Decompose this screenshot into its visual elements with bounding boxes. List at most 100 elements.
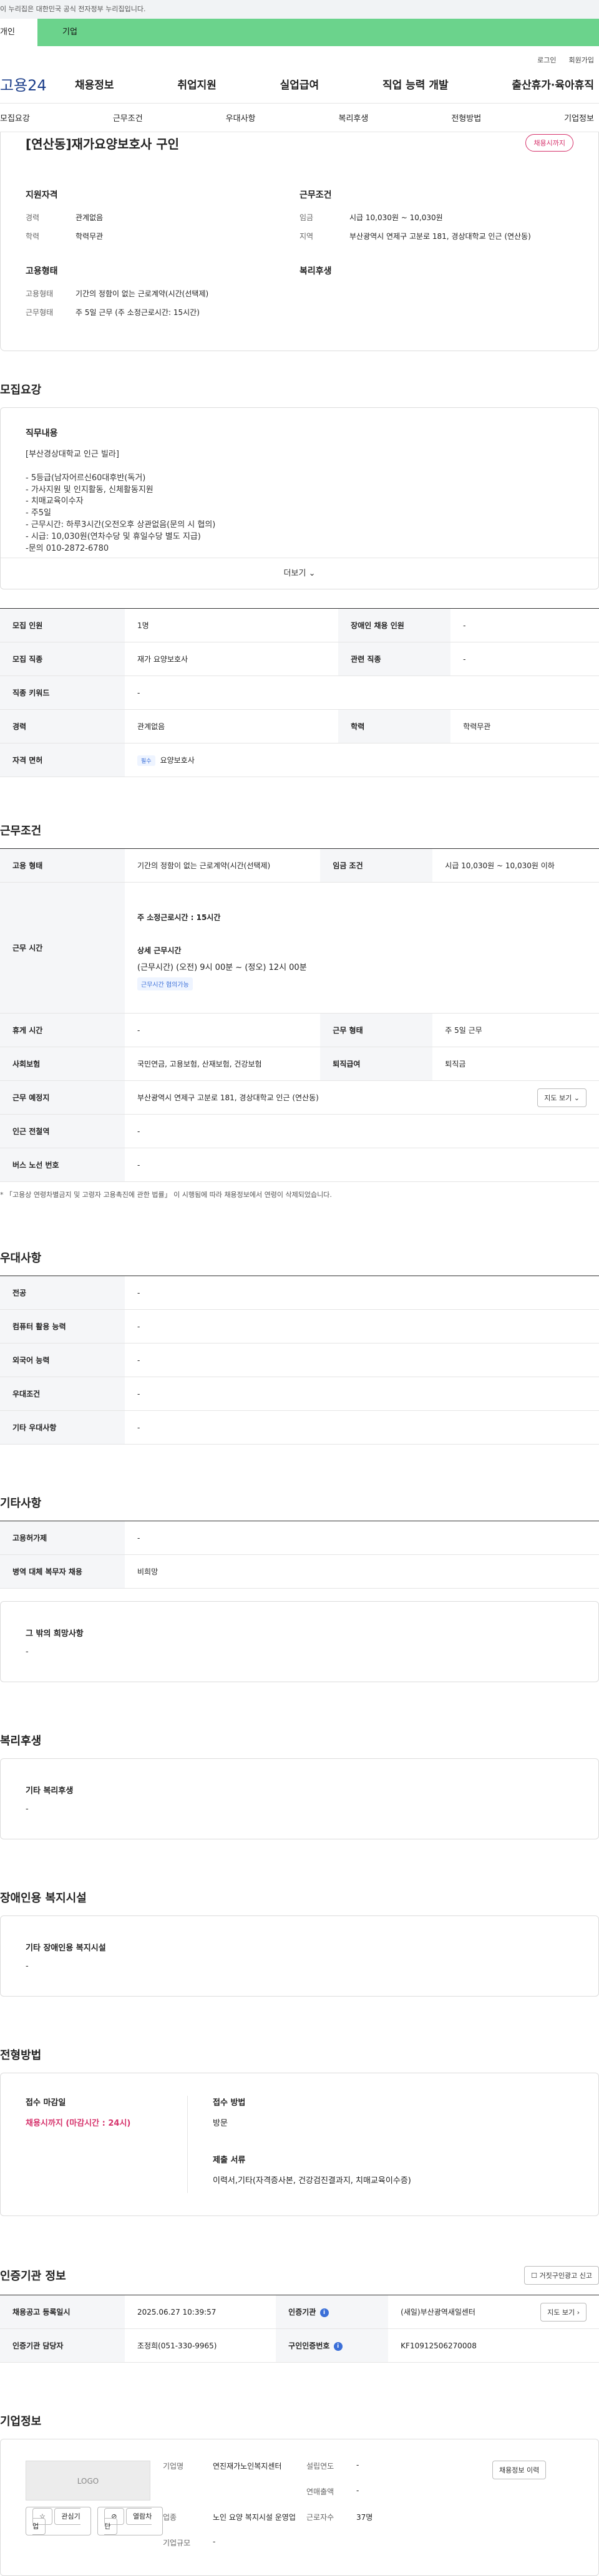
- table-row: 자격 면허 필수 요양보호사: [0, 743, 599, 777]
- utility-links: 로그인 회원가입: [0, 46, 599, 65]
- job-category-value: 재가 요양보호사: [125, 642, 339, 676]
- tab-recruit[interactable]: 모집요강: [0, 112, 30, 123]
- gnb-item-jobs[interactable]: 채용정보: [75, 76, 114, 92]
- tab-personal[interactable]: 개인: [0, 19, 37, 46]
- edu-value: 학력무관: [75, 232, 104, 241]
- qual-heading: 지원자격: [26, 190, 58, 200]
- more-label: 더보기: [283, 569, 306, 578]
- cert-no-label-text: 구인인증번호: [288, 2341, 330, 2350]
- welfare-heading: 복리후생: [300, 266, 332, 276]
- keyword-value: -: [125, 675, 599, 710]
- site-logo[interactable]: 고용24: [0, 73, 75, 95]
- permit-label: 고용허가제: [0, 1521, 125, 1555]
- subway-label: 인근 전철역: [0, 1114, 125, 1148]
- company-logo: LOGO: [26, 2461, 150, 2501]
- tab-process[interactable]: 전형방법: [451, 112, 481, 123]
- tab-company[interactable]: 기업: [37, 19, 599, 46]
- reg-date-label: 채용공고 등록일시: [0, 2295, 125, 2329]
- tab-welfare[interactable]: 복리후생: [338, 112, 368, 123]
- hours-negotiable-tag: 근무시간 협의가능: [137, 977, 193, 990]
- more-button[interactable]: 더보기 ⌄: [1, 558, 598, 589]
- org-label: 인증기관 i: [276, 2295, 389, 2329]
- map-button[interactable]: 지도 보기 ⌄: [537, 1088, 587, 1107]
- computer-label: 컴퓨터 활용 능력: [0, 1309, 125, 1344]
- pref-etc-value: -: [125, 1410, 599, 1445]
- docs-title: 제출 서류: [213, 2156, 246, 2165]
- gnb-item-support[interactable]: 취업지원: [177, 76, 217, 92]
- worktype-value: 주 5일 근무 (주 소정근로시간: 15시간): [75, 308, 200, 317]
- language-value: -: [125, 1343, 599, 1377]
- age-note: * 「고용상 연령차별금지 및 고령자 고용촉진에 관한 법률」 이 시행됨에 …: [0, 1191, 332, 1199]
- report-button[interactable]: ☐ 거짓구인광고 신고: [524, 2266, 599, 2285]
- table-row: 우대조건 -: [0, 1377, 599, 1411]
- company-card: LOGO ☆ 관심기업 ⊘ 열람차단 기업명 연진재가노인복지센터 설립연도 -…: [0, 2439, 599, 2576]
- duty-heading: 직무내용: [26, 429, 58, 438]
- computer-value: -: [125, 1309, 599, 1344]
- emp-label: 고용 형태: [0, 848, 125, 883]
- disabled-title: 기타 장애인용 복지시설: [26, 1944, 106, 1953]
- pref-table: 전공 - 컴퓨터 활용 능력 - 외국어 능력 - 우대조건 - 기타 우대사항 -: [0, 1276, 599, 1445]
- deadline-value: 채용시까지 (마감시간 : 24시): [26, 2119, 131, 2128]
- emptype-label: 고용형태: [26, 289, 54, 298]
- wage-cond-label: 임금 조건: [320, 848, 433, 883]
- table-row: 전공 -: [0, 1276, 599, 1310]
- section-tabs: 모집요강 근무조건 우대사항 복리후생 전형방법 기업정보: [0, 104, 599, 132]
- license-label: 자격 면허: [0, 743, 125, 777]
- insurance-value: 국민연금, 고용보험, 산재보험, 건강보험: [125, 1047, 321, 1081]
- jobs-history-button[interactable]: 채용정보 이력: [492, 2461, 547, 2479]
- auth-section-title: 인증기관 정보: [0, 2270, 66, 2283]
- deadline-title: 접수 마감일: [26, 2098, 66, 2108]
- keyword-label: 직종 키워드: [0, 675, 125, 710]
- info-icon[interactable]: i: [319, 2308, 329, 2317]
- block-button[interactable]: ⊘ 열람차단: [97, 2507, 163, 2535]
- permit-value: -: [125, 1521, 599, 1555]
- method-value: 방문: [213, 2119, 228, 2128]
- org-label-text: 인증기관: [288, 2308, 316, 2317]
- other-wish-value: -: [26, 1647, 29, 1657]
- login-link[interactable]: 로그인: [537, 55, 556, 65]
- pref-cond-value: -: [125, 1377, 599, 1411]
- edu-label: 학력: [26, 232, 40, 241]
- severance-label: 퇴직급여: [320, 1047, 433, 1081]
- auth-table: 채용공고 등록일시 2025.06.27 10:39:57 인증기관 i (새일…: [0, 2295, 599, 2363]
- gnb-item-unemployment[interactable]: 실업급여: [280, 76, 319, 92]
- table-row: 근무 시간 주 소정근로시간 : 15시간 상세 근무시간 (근무시간) (오전…: [0, 882, 599, 1014]
- gnb-item-leave[interactable]: 출산휴가·육아휴직: [512, 76, 594, 92]
- wage-label: 임금: [300, 213, 314, 222]
- status-badge: 채용시까지: [525, 134, 573, 152]
- table-row: 모집 직종 재가 요양보호사 관련 직종 -: [0, 642, 599, 676]
- welfare-section-title: 복리후생: [0, 1735, 42, 1748]
- size-label: 기업규모: [163, 2539, 191, 2547]
- bus-label: 버스 노선 번호: [0, 1148, 125, 1182]
- wage-value: 시급 10,030원 ~ 10,030원: [349, 213, 443, 222]
- recruit-section-title: 모집요강: [0, 384, 42, 397]
- cert-no-value: KF10912506270008: [388, 2328, 599, 2363]
- tab-company[interactable]: 기업정보: [564, 112, 594, 123]
- major-label: 전공: [0, 1276, 125, 1310]
- wage-cond-value: 시급 10,030원 ~ 10,030원 이하: [432, 848, 599, 883]
- table-row: 병역 대체 복무자 채용 비희망: [0, 1554, 599, 1589]
- tab-pref[interactable]: 우대사항: [226, 112, 256, 123]
- docs-value: 이력서,기타(자격증사본, 건강검진결과지, 치매교육이수증): [213, 2176, 411, 2186]
- info-icon[interactable]: i: [333, 2341, 343, 2351]
- method-title: 접수 방법: [213, 2098, 246, 2108]
- rest-value: -: [125, 1013, 321, 1047]
- table-row: 모집 인원 1명 장애인 채용 인원 -: [0, 608, 599, 642]
- gnb-item-training[interactable]: 직업 능력 개발: [382, 76, 449, 92]
- employees-label: 근로자수: [306, 2513, 334, 2522]
- auth-map-button[interactable]: 지도 보기 ›: [540, 2302, 587, 2322]
- global-nav: 고용24 채용정보 취업지원 실업급여 직업 능력 개발 출산휴가·육아휴직: [0, 65, 599, 104]
- table-row: 인근 전철역 -: [0, 1114, 599, 1148]
- sales-value: -: [356, 2486, 359, 2495]
- worktype-label: 근무형태: [26, 308, 54, 317]
- tab-work[interactable]: 근무조건: [113, 112, 143, 123]
- signup-link[interactable]: 회원가입: [569, 55, 594, 65]
- industry-label: 업종: [163, 2513, 177, 2522]
- employees-value: 37명: [356, 2513, 373, 2522]
- license-value: 요양보호사: [160, 755, 195, 765]
- table-row: 인증기관 담당자 조정희(051-330-9965) 구인인증번호 i KF10…: [0, 2328, 599, 2363]
- disabled-section-title: 장애인용 복지시설: [0, 1892, 87, 1905]
- pref-section-title: 우대사항: [0, 1252, 42, 1265]
- favorite-button[interactable]: ☆ 관심기업: [26, 2507, 92, 2535]
- edu-row-label: 학력: [338, 709, 451, 743]
